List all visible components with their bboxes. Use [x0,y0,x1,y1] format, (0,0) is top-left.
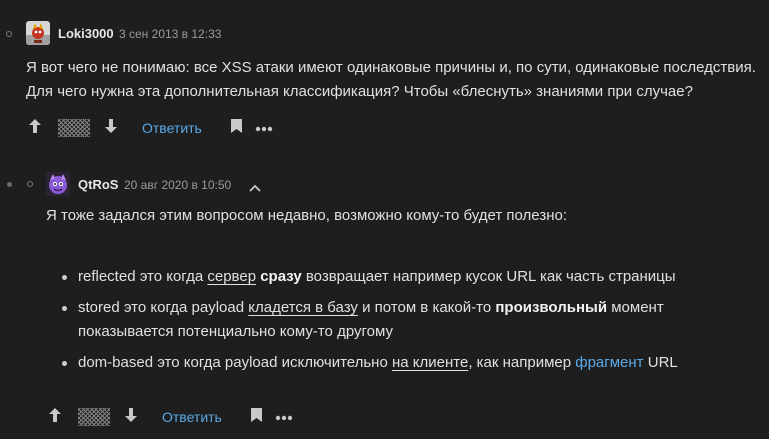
thread-dot [7,182,12,187]
underlined-text: кладется в базу [248,299,358,316]
reply-button[interactable]: Ответить [142,120,202,136]
vote-down-icon[interactable] [124,407,144,428]
underlined-text: на клиенте [391,354,469,371]
bookmark-icon[interactable] [230,118,243,139]
list-text: URL [643,354,678,371]
bold-text: сразу [260,268,302,285]
list-text: показывается потенциально кому-то другом… [78,323,393,340]
comment-date[interactable]: 20 авг 2020 в 10:50 [124,178,231,192]
comment-author[interactable]: QtRoS [78,177,118,192]
comment-actions: Ответить [28,116,273,140]
more-icon[interactable] [275,408,293,426]
comment-date[interactable]: 3 сен 2013 в 12:33 [119,27,221,41]
vote-up-icon[interactable] [48,407,68,428]
comment-intro: Я тоже задался этим вопросом недавно, во… [46,207,567,224]
vote-down-icon[interactable] [104,118,124,139]
bold-text: произвольный [495,299,608,316]
more-icon[interactable] [255,119,273,137]
avatar[interactable] [46,172,70,196]
bookmark-icon[interactable] [250,407,263,428]
list-text: и потом в какой-то [357,299,496,316]
list-text: reflected это когда [78,268,208,285]
underlined-text: сервер [207,268,257,285]
rating-hidden [58,119,90,137]
list-item: reflected это когда сервер сразу возвращ… [62,265,752,289]
comment-line: Для чего нужна эта дополнительная класси… [26,83,693,100]
comment-line: Я вот чего не понимаю: все XSS атаки име… [26,59,756,76]
avatar[interactable] [26,21,50,45]
list-text: dom-based это когда payload исключительн… [78,354,392,371]
list-text: , как например [468,354,576,371]
chevron-up-icon[interactable] [249,179,261,197]
list-text: момент [607,299,664,316]
list-item: stored это когда payload кладется в базу… [62,296,752,344]
comment-list: reflected это когда сервер сразу возвращ… [62,265,752,375]
comment-actions: Ответить [48,405,293,429]
list-item: dom-based это когда payload исключительн… [62,351,752,375]
list-text: возвращает например кусок URL как часть … [301,268,676,285]
comment-author[interactable]: Loki3000 [58,26,114,41]
rating-hidden [78,408,110,426]
vote-up-icon[interactable] [28,118,48,139]
thread-dot [27,181,33,187]
thread-dot [6,31,12,37]
fragment-link[interactable]: фрагмент [575,354,643,371]
list-text: stored это когда payload [78,299,249,316]
comment-body: Я вот чего не понимаю: все XSS атаки име… [26,56,766,104]
reply-button[interactable]: Ответить [162,409,222,425]
